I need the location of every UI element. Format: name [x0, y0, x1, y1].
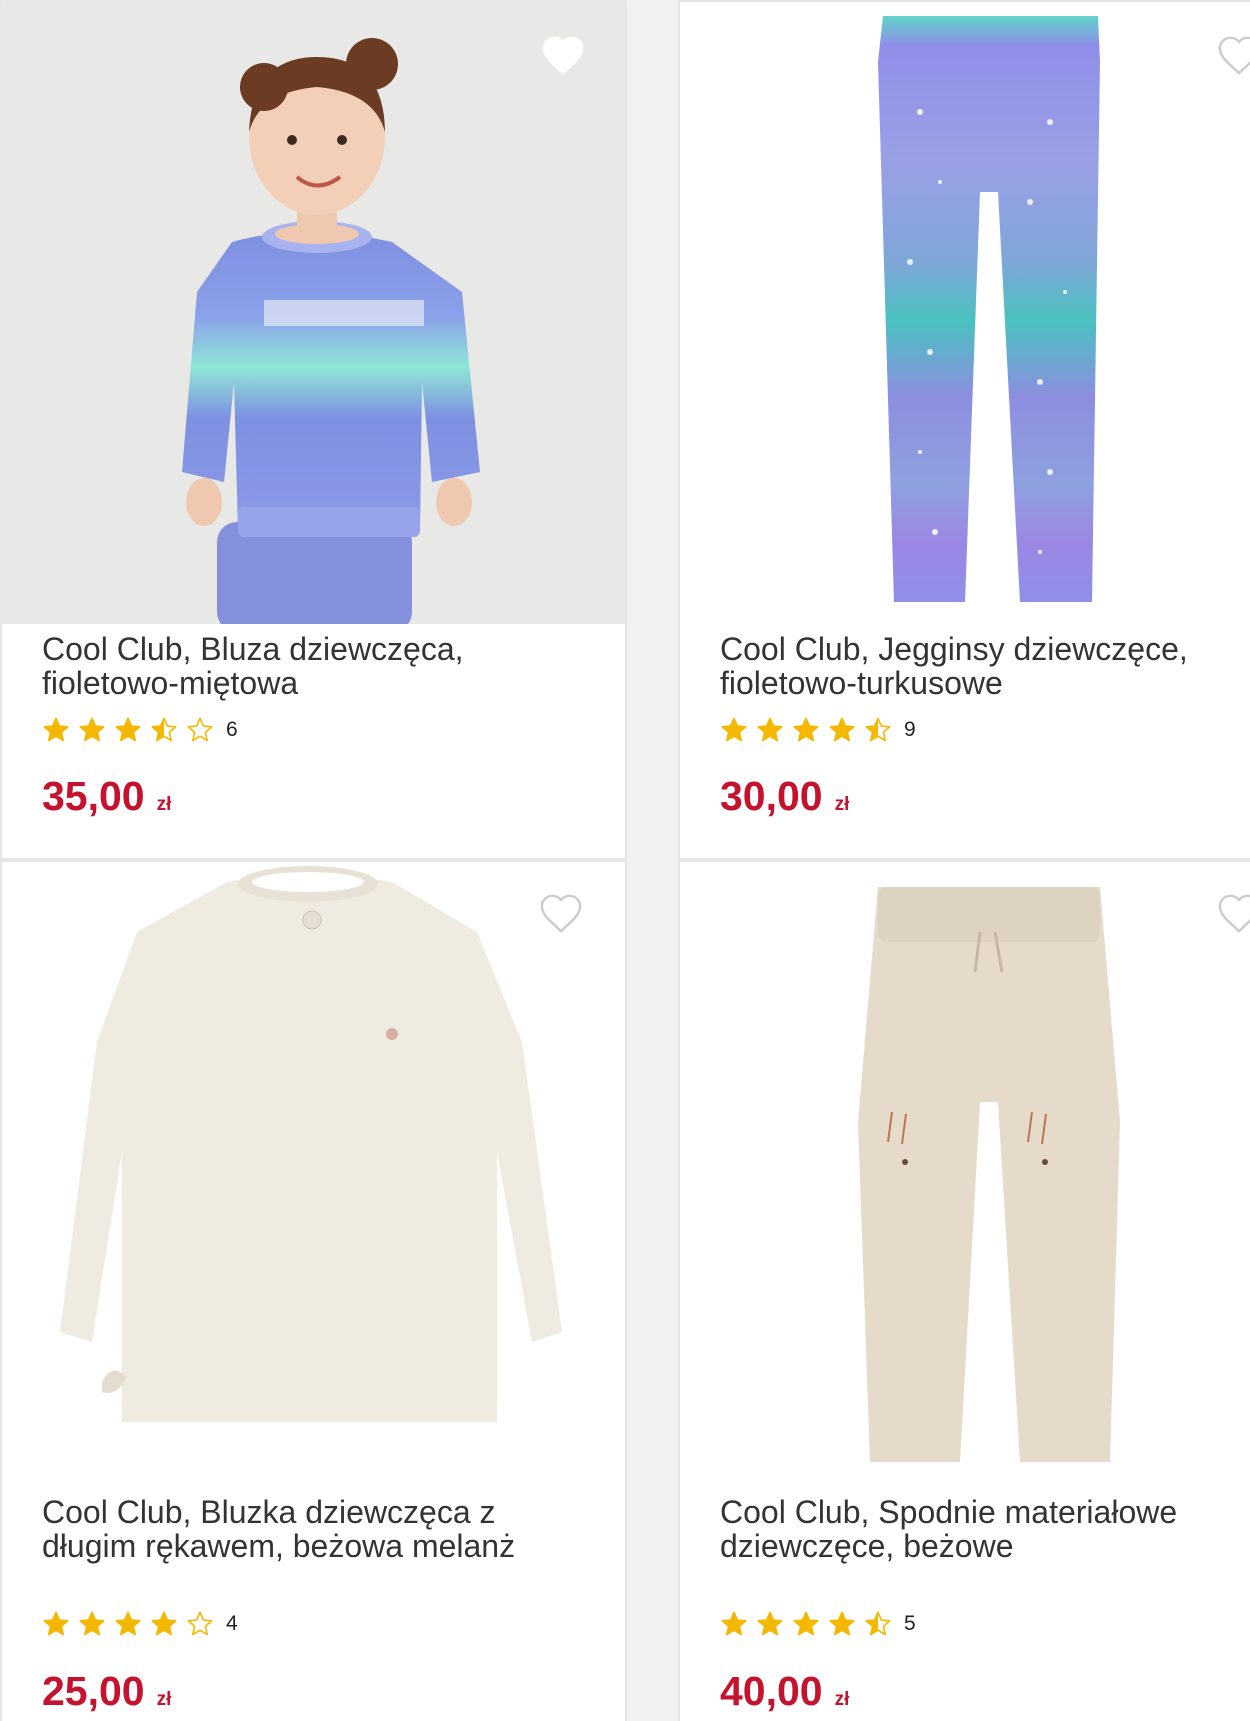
- product-price: 40,00 zł: [720, 1669, 849, 1721]
- product-card[interactable]: Cool Club, Bluza dziewczęca, fioletowo-m…: [0, 0, 627, 860]
- product-card[interactable]: Cool Club, Bluzka dziewczęca z długim rę…: [0, 860, 627, 1721]
- price-value: 30,00: [720, 773, 823, 819]
- review-count: 9: [904, 718, 916, 741]
- product-price: 35,00 zł: [42, 774, 171, 827]
- star-icon: [115, 1611, 141, 1636]
- star-icon: [721, 1611, 747, 1636]
- price-value: 40,00: [720, 1668, 823, 1714]
- product-title[interactable]: Cool Club, Spodnie materiałowe dziewczęc…: [720, 1495, 1250, 1563]
- star-icon: [151, 717, 177, 742]
- star-icon: [79, 717, 105, 742]
- product-rating: 5: [720, 1609, 916, 1639]
- star-icon: [187, 717, 213, 742]
- product-image[interactable]: [680, 862, 1250, 1482]
- star-icon: [793, 1611, 819, 1636]
- price-currency: zł: [156, 1689, 172, 1710]
- price-currency: zł: [834, 794, 850, 815]
- product-rating: 4: [42, 1609, 238, 1639]
- star-icon: [793, 717, 819, 742]
- product-image[interactable]: [680, 2, 1250, 624]
- heart-icon[interactable]: [1216, 892, 1250, 934]
- star-icon: [757, 1611, 783, 1636]
- review-count: 5: [904, 1612, 916, 1635]
- price-currency: zł: [156, 794, 172, 815]
- product-rating: 9: [720, 715, 916, 745]
- star-icon: [829, 717, 855, 742]
- star-icon: [829, 1611, 855, 1636]
- rating-stars: [42, 1610, 222, 1638]
- star-icon: [115, 717, 141, 742]
- star-icon: [79, 1611, 105, 1636]
- price-currency: zł: [834, 1689, 850, 1710]
- rating-stars: [720, 716, 900, 744]
- product-price: 30,00 zł: [720, 774, 849, 827]
- star-icon: [187, 1611, 213, 1636]
- product-card[interactable]: Cool Club, Jegginsy dziewczęce, fioletow…: [678, 0, 1250, 860]
- product-image[interactable]: [2, 862, 625, 1482]
- rating-stars: [720, 1610, 900, 1638]
- price-value: 35,00: [42, 773, 145, 819]
- star-icon: [865, 717, 891, 742]
- star-icon: [43, 717, 69, 742]
- star-icon: [865, 1611, 891, 1636]
- heart-icon[interactable]: [538, 892, 584, 934]
- review-count: 4: [226, 1612, 238, 1635]
- star-icon: [151, 1611, 177, 1636]
- product-grid: Cool Club, Bluza dziewczęca, fioletowo-m…: [0, 0, 1250, 1721]
- product-title[interactable]: Cool Club, Jegginsy dziewczęce, fioletow…: [720, 632, 1250, 700]
- product-title[interactable]: Cool Club, Bluza dziewczęca, fioletowo-m…: [42, 632, 582, 700]
- star-icon: [757, 717, 783, 742]
- review-count: 6: [226, 718, 238, 741]
- star-icon: [721, 717, 747, 742]
- product-card[interactable]: Cool Club, Spodnie materiałowe dziewczęc…: [678, 860, 1250, 1721]
- product-image[interactable]: [2, 2, 625, 624]
- rating-stars: [42, 716, 222, 744]
- heart-icon[interactable]: [540, 34, 586, 76]
- product-title[interactable]: Cool Club, Bluzka dziewczęca z długim rę…: [42, 1495, 582, 1563]
- star-icon: [43, 1611, 69, 1636]
- price-value: 25,00: [42, 1668, 145, 1714]
- heart-icon[interactable]: [1216, 34, 1250, 76]
- product-rating: 6: [42, 715, 238, 745]
- product-price: 25,00 zł: [42, 1669, 171, 1721]
